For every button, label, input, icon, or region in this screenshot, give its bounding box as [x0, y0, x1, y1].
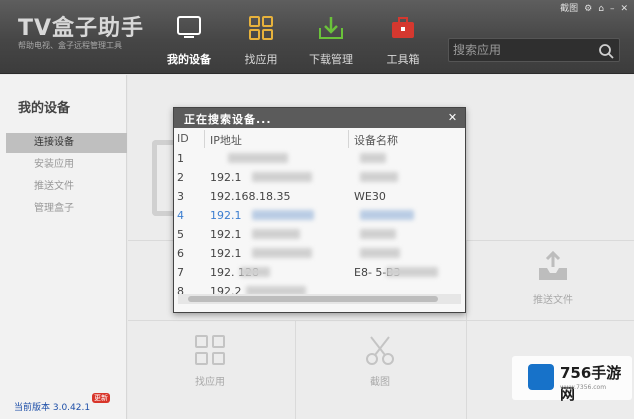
redacted-name: [360, 229, 396, 239]
app-logo-title: TV盒子助手: [18, 16, 145, 41]
search-box: [448, 38, 620, 62]
toolbox-icon: [392, 17, 414, 38]
search-input[interactable]: [453, 42, 593, 58]
grid-icon: [249, 16, 273, 40]
column-divider: [204, 130, 205, 148]
row-ip: 192.1: [210, 247, 242, 260]
sidebar-item-manage-box[interactable]: 管理盒子: [0, 199, 127, 219]
row-ip: 192.1: [210, 209, 242, 222]
monitor-icon: [177, 16, 201, 38]
scissors-icon: [366, 336, 394, 365]
close-icon[interactable]: ✕: [446, 111, 459, 124]
nav-find-apps[interactable]: 找应用: [230, 14, 292, 72]
nav-label: 我的设备: [167, 53, 211, 66]
minimize-icon[interactable]: –: [610, 3, 615, 15]
window-controls: 截图 ⚙ ⌂ – ✕: [560, 2, 628, 16]
search-devices-dialog: 正在搜索设备... ✕ ID IP地址 设备名称 1 2 192.1 3 192…: [173, 107, 466, 313]
tile-divider: [466, 240, 467, 419]
tile-divider: [295, 320, 296, 419]
top-bar: TV盒子助手 帮助电视、盒子远程管理工具 我的设备 找应用 下载管理 工具箱 截…: [0, 0, 634, 74]
sidebar-item-connect-device[interactable]: 连接设备: [6, 133, 127, 153]
row-ip: 192.1: [210, 228, 242, 241]
row-id: 2: [177, 171, 184, 184]
watermark-url: www.7356.com: [560, 384, 607, 391]
close-icon[interactable]: ✕: [620, 3, 628, 15]
redacted-name: [360, 210, 414, 220]
tile-label: 截图: [370, 377, 390, 388]
tile-label: 推送文件: [533, 295, 573, 306]
site-watermark: 756手游网 www.7356.com: [512, 356, 632, 403]
screenshot-menu-button[interactable]: 截图: [560, 3, 578, 15]
redacted-ip: [240, 267, 270, 277]
gear-icon[interactable]: ⚙: [584, 3, 592, 15]
dialog-title: 正在搜索设备...: [184, 113, 272, 126]
nav-label: 下载管理: [309, 53, 353, 66]
row-device-name: WE30: [354, 190, 386, 203]
redacted-ip: [252, 172, 312, 182]
search-icon[interactable]: [598, 43, 614, 59]
nav-my-devices[interactable]: 我的设备: [158, 14, 220, 72]
sidebar-item-install-app[interactable]: 安装应用: [0, 155, 127, 175]
table-row[interactable]: 5 192.1: [174, 225, 465, 244]
tile-label: 找应用: [195, 377, 225, 388]
redacted-name: [386, 267, 438, 277]
nav-label: 找应用: [244, 53, 278, 66]
redacted-ip: [252, 210, 314, 220]
app-logo-subtitle: 帮助电视、盒子远程管理工具: [18, 41, 122, 50]
redacted-ip: [252, 229, 300, 239]
redacted-name: [360, 172, 398, 182]
row-id: 7: [177, 266, 184, 279]
row-id: 5: [177, 228, 184, 241]
table-row[interactable]: 3 192.168.18.35 WE30: [174, 187, 465, 206]
scrollbar-thumb[interactable]: [188, 296, 438, 302]
redacted-ip: [228, 153, 288, 163]
table-row[interactable]: 1: [174, 149, 465, 168]
row-ip: 192.1: [210, 171, 242, 184]
tray-upload-icon: [539, 250, 567, 280]
grid-icon: [195, 335, 225, 365]
column-divider: [348, 130, 349, 148]
column-header-id[interactable]: ID: [177, 132, 189, 145]
sidebar: 我的设备 连接设备 安装应用 推送文件 管理盒子 当前版本 3.0.42.1 更…: [0, 75, 127, 419]
column-header-ip[interactable]: IP地址: [210, 132, 242, 148]
nav-label: 工具箱: [386, 53, 420, 66]
redacted-name: [360, 248, 400, 258]
cube-logo-icon: [528, 364, 554, 390]
table-row[interactable]: 7 192. 128 E8- 5-B3: [174, 263, 465, 282]
row-id: 1: [177, 152, 184, 165]
feedback-icon[interactable]: ⌂: [598, 3, 604, 15]
nav-download-manager[interactable]: 下载管理: [300, 14, 362, 72]
sidebar-title: 我的设备: [18, 101, 71, 116]
redacted-ip: [252, 248, 312, 258]
table-row[interactable]: 2 192.1: [174, 168, 465, 187]
tile-screenshot[interactable]: 截图: [354, 334, 406, 388]
horizontal-scrollbar[interactable]: [178, 294, 461, 304]
nav-toolbox[interactable]: 工具箱: [372, 14, 434, 72]
version-label: 当前版本 3.0.42.1: [14, 403, 91, 413]
redacted-name: [360, 153, 386, 163]
tile-divider: [128, 320, 634, 321]
tile-find-app[interactable]: 找应用: [180, 334, 240, 388]
table-row-selected[interactable]: 4 192.1: [174, 206, 465, 225]
watermark-text: 756手游网: [560, 364, 622, 403]
row-ip: 192.168.18.35: [210, 190, 291, 203]
column-header-device-name[interactable]: 设备名称: [354, 132, 398, 148]
download-icon: [319, 17, 343, 39]
row-id: 6: [177, 247, 184, 260]
table-row[interactable]: 6 192.1: [174, 244, 465, 263]
dialog-title-bar: 正在搜索设备... ✕: [174, 108, 465, 128]
sidebar-item-push-file[interactable]: 推送文件: [0, 177, 127, 197]
row-id: 3: [177, 190, 184, 203]
update-badge[interactable]: 更新: [92, 393, 110, 403]
row-id: 4: [177, 209, 184, 222]
tile-push-file[interactable]: 推送文件: [522, 250, 584, 306]
